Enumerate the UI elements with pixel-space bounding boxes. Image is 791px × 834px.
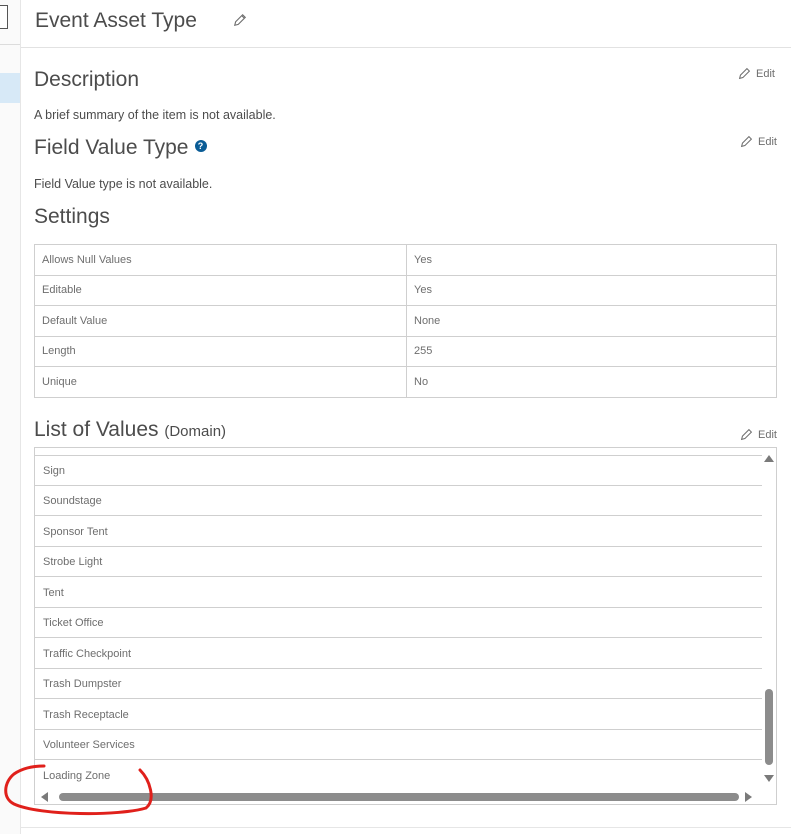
field-value-type-heading: Field Value Type? <box>34 136 207 160</box>
table-row: Allows Null Values Yes <box>34 244 777 276</box>
list-item[interactable]: Soundstage <box>35 486 762 516</box>
panel-divider <box>20 0 21 834</box>
setting-value: No <box>406 366 777 398</box>
scroll-down-arrow-icon[interactable] <box>764 775 774 782</box>
list-item[interactable]: Volunteer Services <box>35 730 762 760</box>
list-item[interactable]: Ticket Office <box>35 608 762 638</box>
pencil-icon[interactable] <box>233 13 247 27</box>
pencil-icon <box>740 428 753 441</box>
vertical-scrollbar[interactable] <box>762 448 776 788</box>
panel-bottom-border <box>20 827 791 828</box>
setting-value: Yes <box>406 244 777 276</box>
setting-label: Default Value <box>34 305 407 337</box>
list-item-partial <box>35 448 762 456</box>
list-item[interactable]: Tent <box>35 578 762 608</box>
setting-label: Editable <box>34 274 407 306</box>
scroll-right-arrow-icon[interactable] <box>745 792 752 802</box>
scroll-left-arrow-icon[interactable] <box>41 792 48 802</box>
domain-subheading: (Domain) <box>164 423 227 440</box>
list-item[interactable]: Sign <box>35 456 762 486</box>
list-item[interactable]: Trash Dumpster <box>35 669 762 699</box>
setting-value: Yes <box>406 274 777 306</box>
edit-label: Edit <box>758 428 777 441</box>
description-edit-button[interactable]: Edit <box>738 67 775 80</box>
horizontal-scroll-thumb[interactable] <box>59 793 739 801</box>
left-panel-strip <box>0 0 20 834</box>
settings-table: Allows Null Values Yes Editable Yes Defa… <box>34 244 777 398</box>
table-row: Default Value None <box>34 305 777 337</box>
description-text: A brief summary of the item is not avail… <box>34 108 276 122</box>
domain-heading-label: List of Values <box>34 418 159 441</box>
description-heading: Description <box>34 68 140 91</box>
table-row: Unique No <box>34 366 777 398</box>
list-item[interactable]: Sponsor Tent <box>35 517 762 547</box>
domain-edit-button[interactable]: Edit <box>740 428 777 441</box>
pencil-icon <box>740 135 753 148</box>
collapse-handle[interactable] <box>0 5 8 29</box>
setting-label: Allows Null Values <box>34 244 407 276</box>
scroll-up-arrow-icon[interactable] <box>764 455 774 462</box>
table-row: Editable Yes <box>34 274 777 306</box>
edit-label: Edit <box>756 67 775 80</box>
settings-heading: Settings <box>34 205 110 228</box>
domain-heading: List of Values (Domain) <box>34 418 226 442</box>
setting-value: 255 <box>406 335 777 367</box>
page-title: Event Asset Type <box>35 9 197 32</box>
setting-label: Unique <box>34 366 407 398</box>
setting-label: Length <box>34 335 407 367</box>
list-item[interactable]: Strobe Light <box>35 547 762 577</box>
selected-tree-item[interactable] <box>0 73 20 103</box>
list-item[interactable]: Loading Zone <box>35 761 762 791</box>
field-value-type-heading-label: Field Value Type <box>34 136 189 159</box>
horizontal-scrollbar[interactable] <box>35 788 776 804</box>
field-value-type-text: Field Value type is not available. <box>34 177 213 191</box>
help-icon[interactable]: ? <box>194 140 207 153</box>
pencil-icon <box>738 67 751 80</box>
domain-values-list[interactable]: Sign Soundstage Sponsor Tent Strobe Ligh… <box>34 447 777 805</box>
page-header: Event Asset Type <box>21 0 791 48</box>
list-item[interactable]: Traffic Checkpoint <box>35 639 762 669</box>
table-row: Length 255 <box>34 335 777 367</box>
field-value-type-edit-button[interactable]: Edit <box>740 135 777 148</box>
vertical-scroll-thumb[interactable] <box>765 689 773 765</box>
list-item[interactable]: Trash Receptacle <box>35 700 762 730</box>
left-panel-divider <box>0 44 20 45</box>
edit-label: Edit <box>758 135 777 148</box>
setting-value: None <box>406 305 777 337</box>
